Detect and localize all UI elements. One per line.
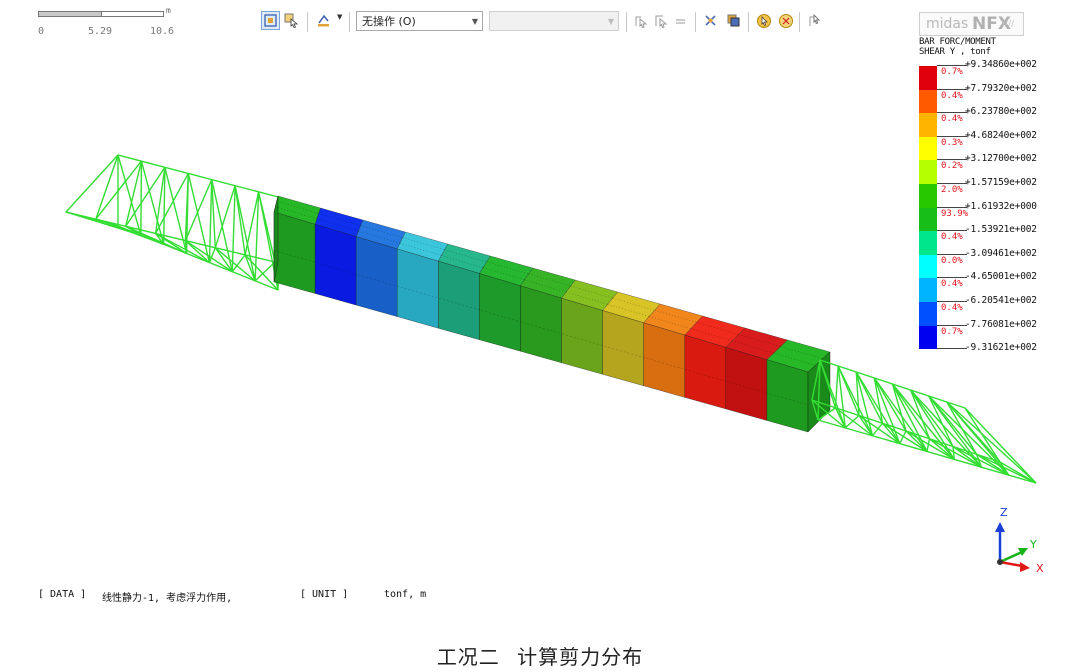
box-segment-side	[438, 260, 480, 340]
truss-diagonal	[254, 261, 276, 282]
truss-right	[811, 359, 1037, 484]
box-segment-side	[725, 347, 768, 421]
box-segment-side	[273, 211, 316, 294]
model-viewport[interactable]	[0, 0, 1080, 600]
box-girder	[273, 195, 831, 433]
axis-z-label: Z	[1000, 506, 1008, 519]
unit-value: tonf, m	[384, 589, 427, 600]
figure-caption: 工况二 计算剪力分布	[436, 645, 644, 669]
box-segment-side	[561, 297, 603, 375]
box-segment-side	[479, 273, 521, 352]
truss-brace	[834, 365, 839, 408]
data-tag: [ DATA ]	[38, 589, 87, 600]
data-value: 线性静力-1, 考虑浮力作用,	[102, 593, 233, 604]
axis-x-label: X	[1036, 562, 1044, 575]
box-segment-side	[314, 224, 357, 306]
truss-vertical	[184, 179, 213, 264]
box-segment-side	[602, 310, 644, 386]
truss-brace	[140, 161, 143, 236]
box-segment-side	[766, 359, 809, 433]
box-segment-side	[684, 334, 726, 410]
truss-brace	[231, 185, 236, 272]
truss-brace	[964, 407, 1001, 463]
box-segment-side	[643, 322, 685, 398]
truss-vertical	[964, 407, 1037, 484]
unit-tag: [ UNIT ]	[300, 589, 349, 600]
truss-brace	[208, 179, 213, 263]
truss-diagonal	[244, 254, 279, 291]
truss-diagonal	[95, 218, 164, 245]
axis-triad: Z Y X	[978, 500, 1048, 580]
axis-y-label: Y	[1030, 538, 1037, 551]
truss-left	[64, 154, 283, 291]
box-segment-side	[520, 285, 562, 363]
box-segment-side	[356, 236, 398, 317]
box-segment-side	[397, 248, 439, 329]
truss-vertical	[64, 154, 119, 227]
truss-chord	[117, 154, 283, 199]
truss-diagonal	[95, 154, 119, 220]
